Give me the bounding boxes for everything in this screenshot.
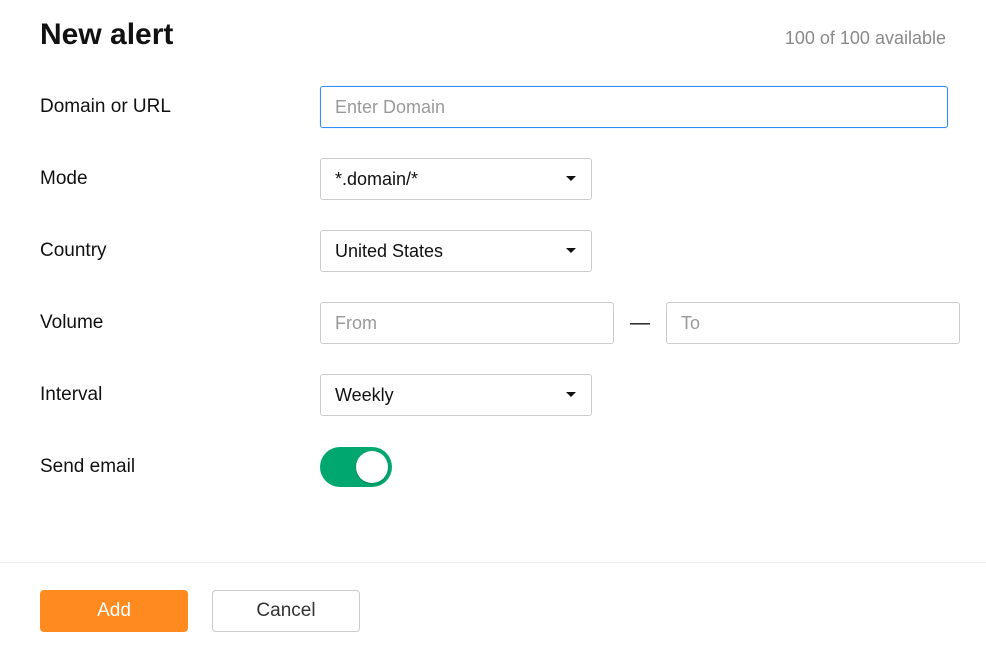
toggle-knob — [356, 451, 388, 483]
send-email-label: Send email — [40, 456, 320, 478]
country-select[interactable]: United States — [320, 230, 592, 272]
interval-select-value: Weekly — [335, 385, 394, 406]
volume-to-input[interactable] — [666, 302, 960, 344]
mode-select-value: *.domain/* — [335, 169, 418, 190]
domain-input[interactable] — [320, 86, 948, 128]
availability-count: 100 of 100 available — [785, 28, 946, 49]
footer-divider — [0, 562, 986, 563]
volume-label: Volume — [40, 312, 320, 334]
chevron-down-icon — [565, 247, 577, 255]
add-button[interactable]: Add — [40, 590, 188, 632]
country-label: Country — [40, 240, 320, 262]
volume-range-dash: — — [626, 312, 654, 335]
mode-select[interactable]: *.domain/* — [320, 158, 592, 200]
country-select-value: United States — [335, 241, 443, 262]
chevron-down-icon — [565, 175, 577, 183]
interval-select[interactable]: Weekly — [320, 374, 592, 416]
interval-label: Interval — [40, 384, 320, 406]
chevron-down-icon — [565, 391, 577, 399]
cancel-button[interactable]: Cancel — [212, 590, 360, 632]
volume-from-input[interactable] — [320, 302, 614, 344]
page-title: New alert — [40, 18, 173, 52]
mode-label: Mode — [40, 168, 320, 190]
domain-label: Domain or URL — [40, 96, 320, 118]
send-email-toggle[interactable] — [320, 447, 392, 487]
